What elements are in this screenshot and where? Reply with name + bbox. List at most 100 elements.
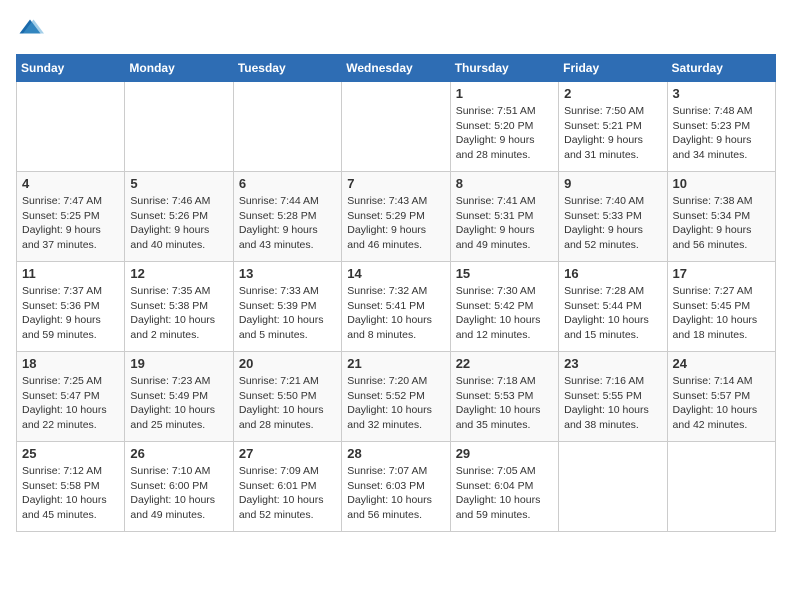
calendar-table: SundayMondayTuesdayWednesdayThursdayFrid… <box>16 54 776 532</box>
calendar-week-row: 25 Sunrise: 7:12 AM Sunset: 5:58 PM Dayli… <box>17 442 776 532</box>
day-number: 7 <box>347 176 444 191</box>
day-detail: Sunrise: 7:40 AM Sunset: 5:33 PM Dayligh… <box>564 194 661 253</box>
day-number: 4 <box>22 176 119 191</box>
day-detail: Sunrise: 7:47 AM Sunset: 5:25 PM Dayligh… <box>22 194 119 253</box>
day-detail: Sunrise: 7:28 AM Sunset: 5:44 PM Dayligh… <box>564 284 661 343</box>
day-detail: Sunrise: 7:07 AM Sunset: 6:03 PM Dayligh… <box>347 464 444 523</box>
calendar-cell: 20 Sunrise: 7:21 AM Sunset: 5:50 PM Dayli… <box>233 352 341 442</box>
calendar-cell: 9 Sunrise: 7:40 AM Sunset: 5:33 PM Daylig… <box>559 172 667 262</box>
day-number: 3 <box>673 86 770 101</box>
weekday-header-monday: Monday <box>125 55 233 82</box>
calendar-cell: 27 Sunrise: 7:09 AM Sunset: 6:01 PM Dayli… <box>233 442 341 532</box>
weekday-header-thursday: Thursday <box>450 55 558 82</box>
day-number: 13 <box>239 266 336 281</box>
calendar-cell: 2 Sunrise: 7:50 AM Sunset: 5:21 PM Daylig… <box>559 82 667 172</box>
day-number: 26 <box>130 446 227 461</box>
day-detail: Sunrise: 7:37 AM Sunset: 5:36 PM Dayligh… <box>22 284 119 343</box>
day-number: 22 <box>456 356 553 371</box>
day-detail: Sunrise: 7:12 AM Sunset: 5:58 PM Dayligh… <box>22 464 119 523</box>
day-detail: Sunrise: 7:16 AM Sunset: 5:55 PM Dayligh… <box>564 374 661 433</box>
calendar-cell: 7 Sunrise: 7:43 AM Sunset: 5:29 PM Daylig… <box>342 172 450 262</box>
day-number: 6 <box>239 176 336 191</box>
calendar-cell: 3 Sunrise: 7:48 AM Sunset: 5:23 PM Daylig… <box>667 82 775 172</box>
calendar-cell: 22 Sunrise: 7:18 AM Sunset: 5:53 PM Dayli… <box>450 352 558 442</box>
calendar-cell: 13Sunrise: 7:33 AM Sunset: 5:39 PM Dayli… <box>233 262 341 352</box>
day-detail: Sunrise: 7:32 AM Sunset: 5:41 PM Dayligh… <box>347 284 444 343</box>
day-detail: Sunrise: 7:51 AM Sunset: 5:20 PM Dayligh… <box>456 104 553 163</box>
day-detail: Sunrise: 7:14 AM Sunset: 5:57 PM Dayligh… <box>673 374 770 433</box>
day-number: 20 <box>239 356 336 371</box>
calendar-cell: 12 Sunrise: 7:35 AM Sunset: 5:38 PM Dayli… <box>125 262 233 352</box>
day-number: 2 <box>564 86 661 101</box>
day-number: 10 <box>673 176 770 191</box>
day-number: 5 <box>130 176 227 191</box>
calendar-cell: 26 Sunrise: 7:10 AM Sunset: 6:00 PM Dayli… <box>125 442 233 532</box>
calendar-cell <box>125 82 233 172</box>
day-detail: Sunrise: 7:38 AM Sunset: 5:34 PM Dayligh… <box>673 194 770 253</box>
day-number: 17 <box>673 266 770 281</box>
calendar-week-row: 4 Sunrise: 7:47 AM Sunset: 5:25 PM Daylig… <box>17 172 776 262</box>
weekday-header-sunday: Sunday <box>17 55 125 82</box>
day-detail: Sunrise: 7:21 AM Sunset: 5:50 PM Dayligh… <box>239 374 336 433</box>
weekday-header-tuesday: Tuesday <box>233 55 341 82</box>
calendar-cell <box>559 442 667 532</box>
weekday-header-saturday: Saturday <box>667 55 775 82</box>
calendar-cell: 19 Sunrise: 7:23 AM Sunset: 5:49 PM Dayli… <box>125 352 233 442</box>
calendar-week-row: 11 Sunrise: 7:37 AM Sunset: 5:36 PM Dayli… <box>17 262 776 352</box>
calendar-cell: 8Sunrise: 7:41 AM Sunset: 5:31 PM Daylig… <box>450 172 558 262</box>
day-number: 9 <box>564 176 661 191</box>
day-number: 12 <box>130 266 227 281</box>
day-number: 19 <box>130 356 227 371</box>
calendar-cell: 25 Sunrise: 7:12 AM Sunset: 5:58 PM Dayli… <box>17 442 125 532</box>
day-detail: Sunrise: 7:30 AM Sunset: 5:42 PM Dayligh… <box>456 284 553 343</box>
day-detail: Sunrise: 7:46 AM Sunset: 5:26 PM Dayligh… <box>130 194 227 253</box>
day-detail: Sunrise: 7:27 AM Sunset: 5:45 PM Dayligh… <box>673 284 770 343</box>
day-number: 25 <box>22 446 119 461</box>
day-number: 16 <box>564 266 661 281</box>
calendar-cell: 18 Sunrise: 7:25 AM Sunset: 5:47 PM Dayli… <box>17 352 125 442</box>
weekday-header-wednesday: Wednesday <box>342 55 450 82</box>
day-number: 18 <box>22 356 119 371</box>
day-detail: Sunrise: 7:10 AM Sunset: 6:00 PM Dayligh… <box>130 464 227 523</box>
calendar-cell <box>233 82 341 172</box>
calendar-cell: 5 Sunrise: 7:46 AM Sunset: 5:26 PM Daylig… <box>125 172 233 262</box>
day-number: 21 <box>347 356 444 371</box>
day-number: 23 <box>564 356 661 371</box>
day-number: 14 <box>347 266 444 281</box>
day-detail: Sunrise: 7:43 AM Sunset: 5:29 PM Dayligh… <box>347 194 444 253</box>
calendar-cell: 1 Sunrise: 7:51 AM Sunset: 5:20 PM Daylig… <box>450 82 558 172</box>
calendar-cell: 11 Sunrise: 7:37 AM Sunset: 5:36 PM Dayli… <box>17 262 125 352</box>
day-detail: Sunrise: 7:41 AM Sunset: 5:31 PM Dayligh… <box>456 194 553 253</box>
calendar-cell: 16 Sunrise: 7:28 AM Sunset: 5:44 PM Dayli… <box>559 262 667 352</box>
calendar-cell: 4 Sunrise: 7:47 AM Sunset: 5:25 PM Daylig… <box>17 172 125 262</box>
day-detail: Sunrise: 7:18 AM Sunset: 5:53 PM Dayligh… <box>456 374 553 433</box>
calendar-cell <box>17 82 125 172</box>
page-header <box>16 16 776 44</box>
calendar-week-row: 1 Sunrise: 7:51 AM Sunset: 5:20 PM Daylig… <box>17 82 776 172</box>
weekday-header-row: SundayMondayTuesdayWednesdayThursdayFrid… <box>17 55 776 82</box>
day-number: 15 <box>456 266 553 281</box>
calendar-cell: 14 Sunrise: 7:32 AM Sunset: 5:41 PM Dayli… <box>342 262 450 352</box>
day-number: 29 <box>456 446 553 461</box>
calendar-cell <box>342 82 450 172</box>
calendar-cell <box>667 442 775 532</box>
calendar-cell: 15 Sunrise: 7:30 AM Sunset: 5:42 PM Dayli… <box>450 262 558 352</box>
day-detail: Sunrise: 7:48 AM Sunset: 5:23 PM Dayligh… <box>673 104 770 163</box>
day-detail: Sunrise: 7:09 AM Sunset: 6:01 PM Dayligh… <box>239 464 336 523</box>
calendar-cell: 21 Sunrise: 7:20 AM Sunset: 5:52 PM Dayli… <box>342 352 450 442</box>
day-number: 28 <box>347 446 444 461</box>
calendar-cell: 29Sunrise: 7:05 AM Sunset: 6:04 PM Dayli… <box>450 442 558 532</box>
day-detail: Sunrise: 7:20 AM Sunset: 5:52 PM Dayligh… <box>347 374 444 433</box>
day-detail: Sunrise: 7:23 AM Sunset: 5:49 PM Dayligh… <box>130 374 227 433</box>
day-detail: Sunrise: 7:25 AM Sunset: 5:47 PM Dayligh… <box>22 374 119 433</box>
day-number: 1 <box>456 86 553 101</box>
day-number: 27 <box>239 446 336 461</box>
day-number: 24 <box>673 356 770 371</box>
day-detail: Sunrise: 7:35 AM Sunset: 5:38 PM Dayligh… <box>130 284 227 343</box>
day-detail: Sunrise: 7:50 AM Sunset: 5:21 PM Dayligh… <box>564 104 661 163</box>
calendar-week-row: 18 Sunrise: 7:25 AM Sunset: 5:47 PM Dayli… <box>17 352 776 442</box>
day-number: 11 <box>22 266 119 281</box>
calendar-cell: 23 Sunrise: 7:16 AM Sunset: 5:55 PM Dayli… <box>559 352 667 442</box>
logo-icon <box>16 16 44 44</box>
calendar-cell: 28 Sunrise: 7:07 AM Sunset: 6:03 PM Dayli… <box>342 442 450 532</box>
